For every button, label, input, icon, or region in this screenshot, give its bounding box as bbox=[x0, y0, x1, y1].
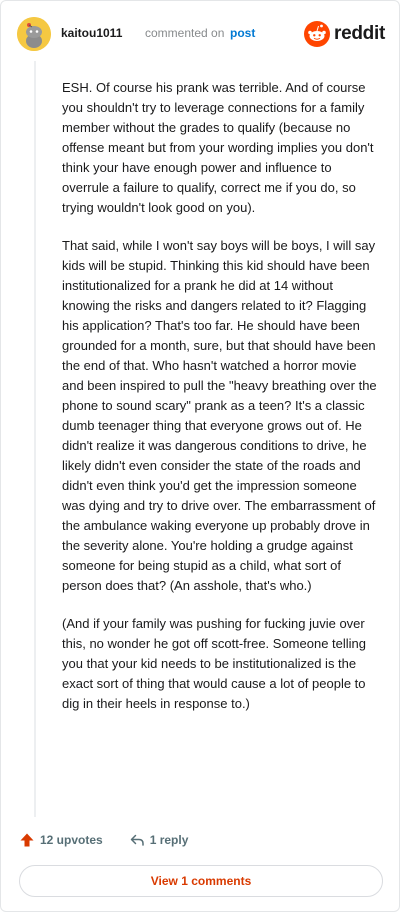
reddit-wordmark: reddit bbox=[334, 23, 385, 44]
upvote-button[interactable]: 12 upvotes bbox=[19, 832, 103, 848]
comment-body: ESH. Of course his prank was terrible. A… bbox=[62, 78, 377, 732]
upvote-count: 12 upvotes bbox=[40, 833, 103, 847]
reddit-brand[interactable]: reddit bbox=[304, 21, 385, 47]
reply-count: 1 reply bbox=[149, 833, 189, 847]
reply-button[interactable]: 1 reply bbox=[129, 832, 189, 848]
comment-card: kaitou1011 commented on post reddit ESH.… bbox=[0, 0, 400, 912]
view-comments-button[interactable]: View 1 comments bbox=[19, 865, 383, 897]
reddit-logo-icon bbox=[304, 21, 331, 47]
comment-header: kaitou1011 commented on post reddit bbox=[17, 17, 387, 51]
comment-author[interactable]: kaitou1011 bbox=[61, 26, 122, 40]
snoo-avatar-icon bbox=[17, 17, 51, 51]
post-link[interactable]: post bbox=[230, 26, 255, 40]
comment-paragraph: That said, while I won't say boys will b… bbox=[62, 238, 377, 593]
thread-line[interactable] bbox=[34, 61, 36, 817]
reply-arrow-icon bbox=[130, 834, 144, 846]
upvote-arrow-icon bbox=[20, 833, 34, 847]
comment-paragraph: ESH. Of course his prank was terrible. A… bbox=[62, 80, 374, 215]
commented-on-text: commented on bbox=[145, 26, 225, 40]
comment-paragraph: (And if your family was pushing for fuck… bbox=[62, 616, 366, 711]
avatar[interactable] bbox=[17, 17, 51, 51]
comment-actions: 12 upvotes 1 reply bbox=[19, 829, 214, 851]
